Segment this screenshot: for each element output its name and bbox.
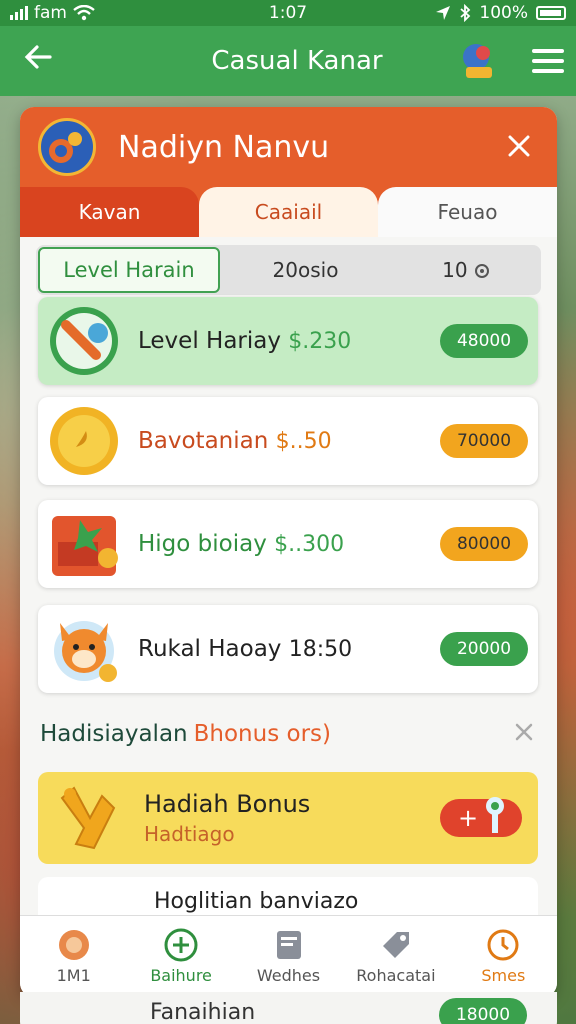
segment-control: Level Harain 20osio 10: [36, 245, 541, 295]
section-close-button[interactable]: [514, 719, 534, 749]
section-title: Hadisiayalan: [40, 721, 188, 747]
gift-box-icon: [46, 506, 122, 582]
profile-mascot-icon[interactable]: [458, 41, 498, 81]
nav-item-wedhes[interactable]: Wedhes: [235, 916, 342, 997]
carrier-label: fam: [34, 3, 67, 23]
nav-label: Rohacatai: [356, 966, 436, 985]
dialog-tabs: Kavan Caaiail Feuao: [20, 187, 557, 237]
bonus-subtitle: Hadtiago: [144, 822, 235, 846]
reward-amount: $..300: [274, 532, 345, 557]
wrench-icon: [46, 303, 122, 379]
reward-amount: $.230: [288, 329, 352, 354]
battery-percent: 100%: [479, 3, 528, 23]
reward-label: Rukal Haoay 18:50: [138, 636, 440, 662]
wifi-icon: [73, 5, 95, 21]
location-arrow-icon: [436, 6, 451, 20]
app-bar: Casual Kanar: [0, 26, 576, 96]
dialog-header: Nadiyn Nanvu: [20, 107, 557, 187]
reward-value-button[interactable]: 20000: [440, 632, 528, 666]
segment-level[interactable]: Level Harain: [38, 247, 220, 293]
tag-icon: [379, 928, 413, 962]
close-icon: [515, 723, 533, 741]
bluetooth-icon: [460, 4, 471, 22]
app-title: Casual Kanar: [211, 46, 383, 76]
list-item-name: Fanaihian: [150, 999, 256, 1024]
tab-kavan[interactable]: Kavan: [20, 187, 199, 237]
reward-amount: 18:50: [288, 637, 353, 662]
avatar: [38, 118, 96, 176]
back-button[interactable]: [0, 41, 76, 81]
reward-name: Higo bioiay: [138, 531, 267, 557]
mascot-icon: [57, 928, 91, 962]
dialog-title: Nadiyn Nanvu: [118, 129, 330, 165]
settings-icon: [474, 264, 489, 278]
section-header: Hadisiayalan Bhonus ors): [40, 719, 540, 749]
coin-icon: [46, 403, 122, 479]
reward-value-button[interactable]: 48000: [440, 324, 528, 358]
clock-icon: [486, 928, 520, 962]
segment-middle[interactable]: 20osio: [220, 258, 391, 282]
bonus-text: Hadiah Bonus Hadtiago: [144, 790, 440, 846]
signal-icon: [10, 6, 28, 20]
list-item-name: Hoglitian banviazo: [154, 889, 359, 914]
status-left: fam: [10, 3, 95, 23]
tab-feuao[interactable]: Feuao: [378, 187, 557, 237]
segment-right-label: 10: [442, 258, 468, 282]
key-icon: [486, 797, 504, 833]
clock: 1:07: [268, 3, 308, 23]
nav-item-rohacatai[interactable]: Rohacatai: [342, 916, 449, 997]
back-arrow-icon: [24, 45, 52, 69]
mascot-icon: [46, 611, 122, 687]
list-item-value[interactable]: 18000: [439, 998, 527, 1024]
section-highlight: Bhonus ors): [193, 721, 331, 747]
nav-label: 1M1: [56, 966, 91, 985]
bonus-add-label: +: [458, 804, 479, 832]
bonus-title: Hadiah Bonus: [144, 790, 311, 818]
reward-value-button[interactable]: 80000: [440, 527, 528, 561]
nav-label: Wedhes: [256, 966, 321, 985]
status-bar: fam 1:07 100%: [0, 0, 576, 26]
reward-label: Higo bioiay $..300: [138, 531, 440, 557]
reward-card[interactable]: Rukal Haoay 18:50 20000: [38, 605, 538, 693]
bonus-card[interactable]: Hadiah Bonus Hadtiago +: [38, 772, 538, 864]
reward-name: Level Hariay: [138, 328, 281, 354]
battery-icon: [536, 6, 566, 20]
document-icon: [272, 928, 306, 962]
menu-button[interactable]: [520, 49, 576, 73]
reward-name: Bavotanian: [138, 428, 269, 454]
reward-name: Rukal Haoay: [138, 636, 282, 662]
bonus-trophy-icon: [48, 778, 128, 858]
rewards-dialog: Nadiyn Nanvu Kavan Caaiail Feuao Level H…: [20, 107, 557, 997]
reward-card[interactable]: Bavotanian $..50 70000: [38, 397, 538, 485]
close-button[interactable]: [499, 128, 539, 166]
nav-label: Smes: [481, 966, 526, 985]
close-icon: [508, 135, 530, 157]
reward-label: Level Hariay $.230: [138, 328, 440, 354]
plus-icon: [164, 928, 198, 962]
reward-amount: $..50: [275, 429, 332, 454]
reward-card[interactable]: Higo bioiay $..300 80000: [38, 500, 538, 588]
nav-item-1m1[interactable]: 1M1: [20, 916, 127, 997]
reward-card[interactable]: Level Hariay $.230 48000: [38, 297, 538, 385]
bonus-add-button[interactable]: +: [440, 797, 522, 837]
nav-label: Baihure: [150, 966, 212, 985]
tab-caaiail[interactable]: Caaiail: [199, 187, 378, 237]
list-item-under[interactable]: Fanaihian 18000: [20, 992, 557, 1024]
bottom-nav: 1M1 Baihure Wedhes Rohacatai Smes: [20, 915, 557, 997]
status-right: 100%: [435, 3, 566, 23]
segment-right[interactable]: 10: [391, 258, 541, 282]
reward-label: Bavotanian $..50: [138, 428, 440, 454]
reward-value-button[interactable]: 70000: [440, 424, 528, 458]
nav-item-baihure[interactable]: Baihure: [127, 916, 234, 997]
nav-item-smes[interactable]: Smes: [450, 916, 557, 997]
